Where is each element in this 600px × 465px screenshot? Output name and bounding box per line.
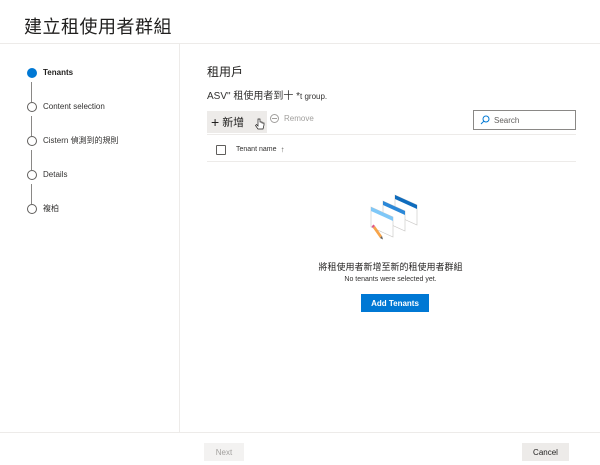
search-icon xyxy=(480,115,490,125)
table-header-row: Tenant name ↑ xyxy=(207,138,576,162)
step-connector xyxy=(31,184,32,204)
step-connector xyxy=(31,150,32,170)
empty-tenants-illustration xyxy=(370,194,418,240)
mouse-cursor-icon xyxy=(255,118,265,130)
command-bar: + 新增 Remove xyxy=(207,110,576,135)
section-description: ASV" 租使用者到十 *t group. xyxy=(207,87,327,102)
cancel-button[interactable]: Cancel xyxy=(522,443,569,461)
footer-bar: Next Cancel xyxy=(0,432,600,465)
step-label: Cistern 偵測到的規則 xyxy=(43,136,119,145)
main-panel: 租用戶 ASV" 租使用者到十 *t group. + 新增 Remove Te… xyxy=(181,44,600,432)
add-tenants-button[interactable]: Add Tenants xyxy=(361,294,429,312)
step-label: 複柏 xyxy=(43,204,59,213)
step-connector xyxy=(31,116,32,136)
step-label: Tenants xyxy=(43,68,74,77)
step-connector xyxy=(31,82,32,102)
step-label: Content selection xyxy=(43,102,105,111)
description-text: ASV" 租使用者到十 * xyxy=(207,91,301,102)
plus-icon: + xyxy=(211,114,220,130)
wizard-steps: Tenants Content selection Cistern 偵測到的規則… xyxy=(0,44,180,432)
empty-state-title: 將租使用者新增至新的租使用者群組 xyxy=(318,262,463,272)
empty-state-subtitle: No tenants were selected yet. xyxy=(344,276,437,283)
search-input[interactable] xyxy=(494,115,564,125)
step-indicator xyxy=(27,170,37,180)
step-indicator xyxy=(27,204,37,214)
column-header-tenant-name[interactable]: Tenant name xyxy=(236,146,276,153)
step-indicator xyxy=(27,136,37,146)
search-box[interactable] xyxy=(473,110,576,130)
page-title: 建立租使用者群組 xyxy=(24,17,172,37)
step-indicator xyxy=(27,102,37,112)
page-header: 建立租使用者群組 xyxy=(0,0,600,44)
remove-icon xyxy=(270,114,279,123)
remove-button-label: Remove xyxy=(284,114,314,123)
description-suffix: t group. xyxy=(300,92,328,101)
section-title: 租用戶 xyxy=(207,65,244,79)
select-all-checkbox[interactable] xyxy=(216,144,226,155)
next-button[interactable]: Next xyxy=(204,443,244,461)
add-button-label: 新增 xyxy=(222,117,245,129)
step-indicator-current xyxy=(27,68,37,78)
remove-button[interactable]: Remove xyxy=(270,114,314,123)
step-label: Details xyxy=(43,170,68,179)
sort-arrow-icon[interactable]: ↑ xyxy=(280,145,284,154)
